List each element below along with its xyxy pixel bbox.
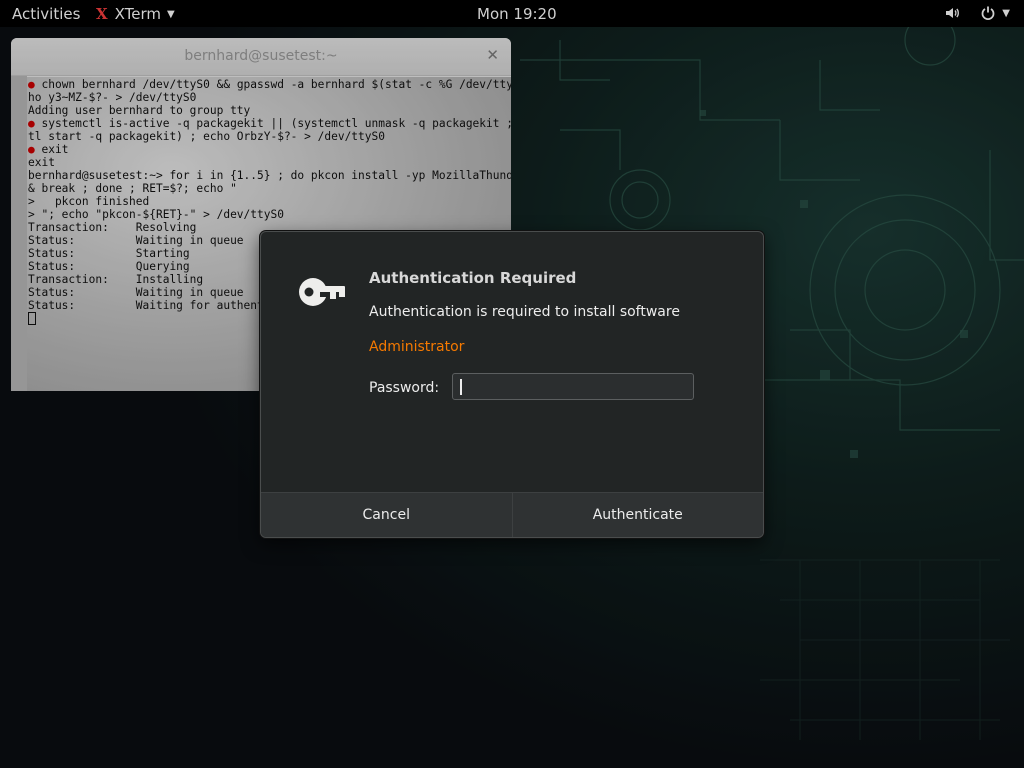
prompt-bullet-icon: ● [28, 143, 35, 156]
terminal-line: exit [28, 156, 511, 169]
terminal-line-text: bernhard@susetest:~> for i in {1..5} ; d… [28, 169, 511, 182]
dialog-title: Authentication Required [369, 269, 577, 287]
terminal-line-text: tl start -q packagekit) ; echo OrbzY-$?-… [28, 130, 385, 143]
authentication-dialog: Authentication Required Authentication i… [260, 231, 764, 538]
terminal-line-text: Transaction: Installing [28, 273, 204, 286]
terminal-line-text: & break ; done ; RET=$?; echo " [28, 182, 237, 195]
terminal-line: ho y3~MZ-$?- > /dev/ttyS0 [28, 91, 511, 104]
terminal-line-text: ho y3~MZ-$?- > /dev/ttyS0 [28, 91, 197, 104]
close-icon[interactable]: ✕ [486, 46, 499, 64]
terminal-line-text: exit [28, 156, 55, 169]
terminal-line-text: chown bernhard /dev/ttyS0 && gpasswd -a … [41, 78, 511, 91]
terminal-line-text: Status: Querying [28, 260, 190, 273]
activities-button[interactable]: Activities [12, 5, 80, 23]
password-label: Password: [369, 380, 440, 396]
terminal-cursor [28, 312, 36, 325]
window-titlebar[interactable]: bernhard@susetest:~ ✕ [11, 38, 511, 76]
terminal-line: & break ; done ; RET=$?; echo " [28, 182, 511, 195]
terminal-line: ● chown bernhard /dev/ttyS0 && gpasswd -… [28, 78, 511, 91]
terminal-line-text: Transaction: Resolving [28, 221, 197, 234]
authenticate-button[interactable]: Authenticate [511, 493, 764, 537]
terminal-line-text: > "; echo "pkcon-${RET}-" > /dev/ttyS0 [28, 208, 284, 221]
terminal-line-text: exit [34, 143, 69, 156]
user-name-label: Administrator [369, 339, 465, 355]
key-icon [299, 278, 345, 306]
volume-icon [946, 8, 960, 18]
terminal-line: ● systemctl is-active -q packagekit || (… [28, 117, 511, 130]
terminal-line-text: > pkcon finished [28, 195, 150, 208]
terminal-line-text: Status: Waiting in queue [28, 286, 244, 299]
terminal-line: Adding user bernhard to group tty [28, 104, 511, 117]
prompt-bullet-icon: ● [28, 117, 35, 130]
clock-button[interactable]: Mon 19:20 [477, 5, 557, 23]
terminal-line-text: Status: Starting [28, 247, 190, 260]
terminal-line: tl start -q packagekit) ; echo OrbzY-$?-… [28, 130, 511, 143]
cancel-button[interactable]: Cancel [261, 493, 512, 537]
top-bar: Activities X XTerm ▼ Mon 19:20 ▼ [0, 0, 1024, 27]
terminal-line: > "; echo "pkcon-${RET}-" > /dev/ttyS0 [28, 208, 511, 221]
system-menu-button[interactable]: ▼ [944, 5, 1010, 21]
terminal-line: bernhard@susetest:~> for i in {1..5} ; d… [28, 169, 511, 182]
app-menu-button[interactable]: X XTerm ▼ [96, 5, 175, 23]
xterm-app-icon: X [96, 5, 108, 23]
chevron-down-icon: ▼ [1002, 7, 1010, 19]
scrollbar[interactable] [11, 76, 27, 391]
chevron-down-icon: ▼ [167, 8, 175, 20]
password-field[interactable] [452, 373, 694, 400]
text-cursor [460, 379, 462, 395]
prompt-bullet-icon: ● [28, 78, 35, 91]
dialog-button-bar: Cancel Authenticate [261, 492, 763, 537]
app-menu-label: XTerm [114, 5, 162, 23]
terminal-line-text: Status: Waiting in queue [28, 234, 244, 247]
power-icon [981, 6, 995, 20]
dialog-message: Authentication is required to install so… [369, 304, 680, 320]
terminal-line: ● exit [28, 143, 511, 156]
window-title: bernhard@susetest:~ [184, 48, 338, 64]
terminal-line-text: Adding user bernhard to group tty [28, 104, 251, 117]
terminal-line: > pkcon finished [28, 195, 511, 208]
terminal-line-text: systemctl is-active -q packagekit || (sy… [41, 117, 511, 130]
